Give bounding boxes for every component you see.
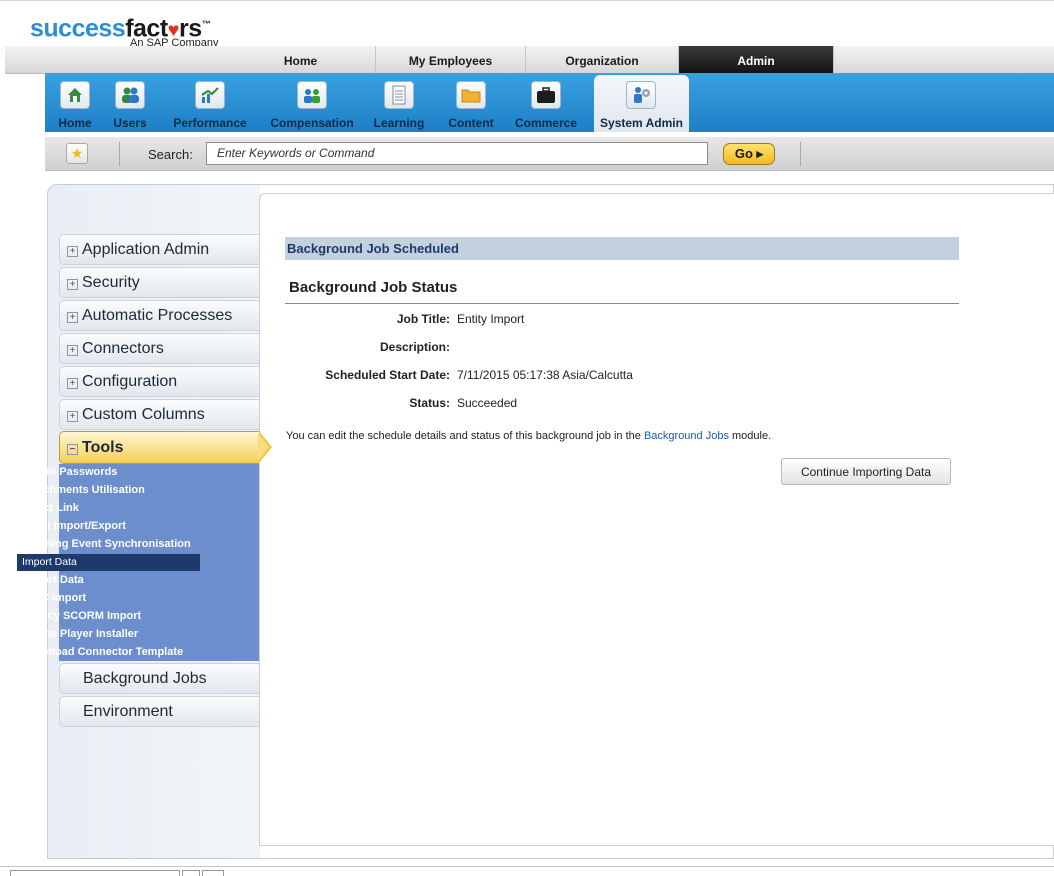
bottom-toolbar <box>0 866 1054 876</box>
system-admin-gear-icon <box>626 81 656 109</box>
tools-item-offline-player-installer[interactable]: Offline Player Installer <box>22 628 138 640</box>
divider <box>285 303 959 304</box>
job-status-title: Background Job Status <box>289 279 458 296</box>
tools-item-legacy-scorm-import[interactable]: Legacy SCORM Import <box>22 610 141 622</box>
job-title-value: Entity Import <box>457 312 525 326</box>
module-content[interactable]: Content <box>444 73 498 132</box>
tools-item-download-connector-template[interactable]: Download Connector Template <box>22 646 183 658</box>
tools-item-import-data[interactable]: Import Data <box>17 554 200 571</box>
continue-importing-data-button[interactable]: Continue Importing Data <box>781 458 951 485</box>
bottom-button[interactable] <box>202 870 224 876</box>
tab-admin[interactable]: Admin <box>679 46 834 74</box>
favorite-star-icon[interactable]: ★ <box>66 143 88 164</box>
divider <box>119 142 120 166</box>
briefcase-icon <box>531 81 561 109</box>
module-bar: Home Users Performance Compensation Lear… <box>45 73 1054 132</box>
expand-icon: + <box>67 411 78 422</box>
status-label: Status: <box>409 396 450 410</box>
sidebar-item-custom-columns[interactable]: + Custom Columns <box>59 399 259 430</box>
sidebar-item-configuration[interactable]: + Configuration <box>59 366 259 397</box>
active-arrow-inner <box>258 433 269 461</box>
expand-icon: + <box>67 246 78 257</box>
scheduled-start-date-value: 7/11/2015 05:17:38 Asia/Calcutta <box>457 368 633 382</box>
tools-item-admin-passwords[interactable]: Admin Passwords <box>22 466 117 478</box>
document-icon <box>384 81 414 109</box>
home-icon <box>60 81 90 109</box>
performance-chart-icon <box>195 81 225 109</box>
job-scheduled-header: Background Job Scheduled <box>285 237 959 260</box>
module-commerce[interactable]: Commerce <box>511 73 581 132</box>
tools-item-export-data[interactable]: Export Data <box>22 574 84 586</box>
tab-my-employees[interactable]: My Employees <box>376 46 526 74</box>
job-note: You can edit the schedule details and st… <box>286 430 772 442</box>
divider <box>800 142 801 166</box>
users-icon <box>115 81 145 109</box>
sidebar-item-application-admin[interactable]: + Application Admin <box>59 234 259 265</box>
scheduled-start-date-label: Scheduled Start Date: <box>325 368 450 382</box>
sidebar-item-automatic-processes[interactable]: + Automatic Processes <box>59 300 259 331</box>
expand-icon: + <box>67 378 78 389</box>
expand-icon: + <box>67 345 78 356</box>
tools-item-learning-event-synchronisation[interactable]: Learning Event Synchronisation <box>22 538 191 550</box>
bottom-button[interactable] <box>182 870 200 876</box>
sidebar-item-tools[interactable]: − Tools <box>59 431 259 464</box>
compensation-icon <box>297 81 327 109</box>
job-title-label: Job Title: <box>396 312 450 326</box>
sidebar-item-connectors[interactable]: + Connectors <box>59 333 259 364</box>
sidebar-item-security[interactable]: + Security <box>59 267 259 298</box>
search-input[interactable]: Enter Keywords or Command <box>206 142 708 165</box>
tab-organization[interactable]: Organization <box>526 46 679 74</box>
search-label: Search: <box>148 147 193 162</box>
description-label: Description: <box>379 340 450 354</box>
page: successfact♥rs™ An SAP Company Home My E… <box>0 0 1054 876</box>
expand-icon: + <box>67 279 78 290</box>
module-performance[interactable]: Performance <box>169 73 251 132</box>
tab-home[interactable]: Home <box>226 46 376 74</box>
background-jobs-link[interactable]: Background Jobs <box>644 430 729 442</box>
module-home[interactable]: Home <box>53 73 97 132</box>
sidebar-item-background-jobs[interactable]: Background Jobs <box>59 663 259 694</box>
tools-item-label-import-export[interactable]: Label Import/Export <box>22 520 126 532</box>
tools-item-direct-link[interactable]: Direct Link <box>22 502 79 514</box>
collapse-icon: − <box>67 444 78 455</box>
sidebar-item-environment[interactable]: Environment <box>59 696 259 727</box>
module-users[interactable]: Users <box>105 73 155 132</box>
top-navigation: Home My Employees Organization Admin <box>5 46 1054 74</box>
expand-icon: + <box>67 312 78 323</box>
search-bar: ★ Search: Enter Keywords or Command Go ▸ <box>45 137 1054 171</box>
module-learning[interactable]: Learning <box>371 73 427 132</box>
module-compensation[interactable]: Compensation <box>266 73 358 132</box>
bottom-dropdown[interactable] <box>10 870 180 876</box>
tools-item-attachments-utilisation[interactable]: Attachments Utilisation <box>22 484 145 496</box>
folder-icon <box>456 81 486 109</box>
successfactors-logo[interactable]: successfact♥rs™ An SAP Company <box>30 11 218 49</box>
module-system-admin[interactable]: System Admin <box>594 75 689 132</box>
status-value: Succeeded <box>457 396 518 410</box>
tools-item-aicc-import[interactable]: AICC Import <box>22 592 86 604</box>
header: successfact♥rs™ An SAP Company Home My E… <box>0 0 1054 74</box>
go-button[interactable]: Go ▸ <box>723 143 775 165</box>
